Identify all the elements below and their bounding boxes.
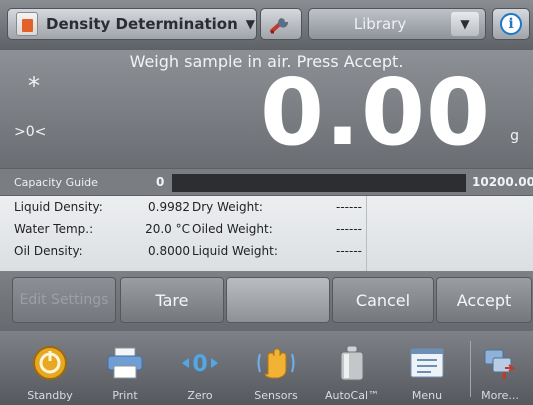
nav-label-menu: Menu <box>411 389 443 402</box>
water-temp-label: Water Temp.: <box>14 222 94 236</box>
liquid-weight-label: Liquid Weight: <box>192 244 278 258</box>
weighing-display: Weigh sample in air. Press Accept. * >0<… <box>0 50 533 168</box>
nav-autocal[interactable]: AutoCal™ <box>316 331 388 405</box>
chevron-down-icon: ▼ <box>245 17 256 31</box>
density-info-panel: Liquid Density: Water Temp.: Oil Density… <box>0 196 533 271</box>
nav-menu[interactable]: Menu <box>391 331 463 405</box>
nav-sensors[interactable]: Sensors <box>240 331 312 405</box>
nav-standby[interactable]: Standby <box>14 331 86 405</box>
nav-label-autocal: AutoCal™ <box>324 389 380 402</box>
bottom-nav: Standby Print 0 Zero Sensors AutoCal™ Me… <box>0 331 533 405</box>
stable-indicator: * <box>28 72 40 100</box>
weight-labels-column: Dry Weight: Oiled Weight: Liquid Weight: <box>192 200 278 266</box>
oiled-weight-value: ------ <box>336 222 362 236</box>
top-bar: Density Determination ▼ Library ▼ i <box>0 0 533 50</box>
nav-more[interactable]: More... <box>468 331 532 405</box>
oiled-weight-label: Oiled Weight: <box>192 222 273 236</box>
chevron-down-icon: ▼ <box>451 12 479 36</box>
weight-readout: 0.00 <box>260 59 491 166</box>
svg-text:0: 0 <box>192 352 207 377</box>
nav-label-more: More... <box>481 389 519 402</box>
nav-zero[interactable]: 0 Zero <box>164 331 236 405</box>
cancel-button[interactable]: Cancel <box>332 277 434 323</box>
capacity-min: 0 <box>156 175 165 189</box>
liquid-density-label: Liquid Density: <box>14 200 103 214</box>
capacity-max: 10200.00 <box>472 175 533 189</box>
blank-button <box>226 277 330 323</box>
application-title: Density Determination <box>46 15 238 33</box>
tare-button[interactable]: Tare <box>120 277 224 323</box>
capacity-guide: Capacity Guide 0 10200.00 <box>0 168 533 196</box>
info-labels-column: Liquid Density: Water Temp.: Oil Density… <box>14 200 103 266</box>
wrench-icon <box>270 18 289 34</box>
oil-density-value: 0.8000 <box>148 244 190 258</box>
edit-settings-button[interactable]: Edit Settings <box>12 277 116 323</box>
oil-density-label: Oil Density: <box>14 244 83 258</box>
library-label: Library <box>353 15 407 33</box>
nav-print[interactable]: Print <box>89 331 161 405</box>
info-icon: i <box>500 13 522 35</box>
info-button[interactable]: i <box>492 8 530 40</box>
liquid-density-value: 0.9982 <box>148 200 190 214</box>
accept-button[interactable]: Accept <box>436 277 532 323</box>
zero-icon: 0 <box>180 343 220 383</box>
capacity-bar <box>172 174 466 192</box>
capacity-guide-label: Capacity Guide <box>14 176 98 189</box>
nav-label-zero: Zero <box>187 389 213 402</box>
hand-sensor-icon <box>256 343 296 383</box>
weight-values-column: ------ ------ ------ <box>306 200 362 266</box>
center-zero-indicator: >0< <box>14 124 47 140</box>
application-selector[interactable]: Density Determination ▼ <box>7 8 257 40</box>
info-divider <box>366 196 367 271</box>
library-selector[interactable]: Library ▼ <box>308 8 486 40</box>
nav-label-standby: Standby <box>27 389 73 402</box>
water-temp-value: 20.0 °C <box>145 222 190 236</box>
standby-icon <box>30 343 70 383</box>
calibration-weight-icon <box>332 343 372 383</box>
settings-button[interactable] <box>260 8 302 40</box>
dry-weight-value: ------ <box>336 200 362 214</box>
menu-icon <box>407 343 447 383</box>
dry-weight-label: Dry Weight: <box>192 200 263 214</box>
printer-icon <box>105 343 145 383</box>
nav-label-sensors: Sensors <box>254 389 298 402</box>
density-app-icon <box>16 12 38 36</box>
nav-label-print: Print <box>112 389 138 402</box>
action-bar: Edit Settings Tare Cancel Accept <box>0 271 533 331</box>
info-values-column: 0.9982 20.0 °C 0.8000 <box>142 200 190 266</box>
more-icon <box>480 343 520 383</box>
liquid-weight-value: ------ <box>336 244 362 258</box>
weight-unit: g <box>510 128 519 144</box>
